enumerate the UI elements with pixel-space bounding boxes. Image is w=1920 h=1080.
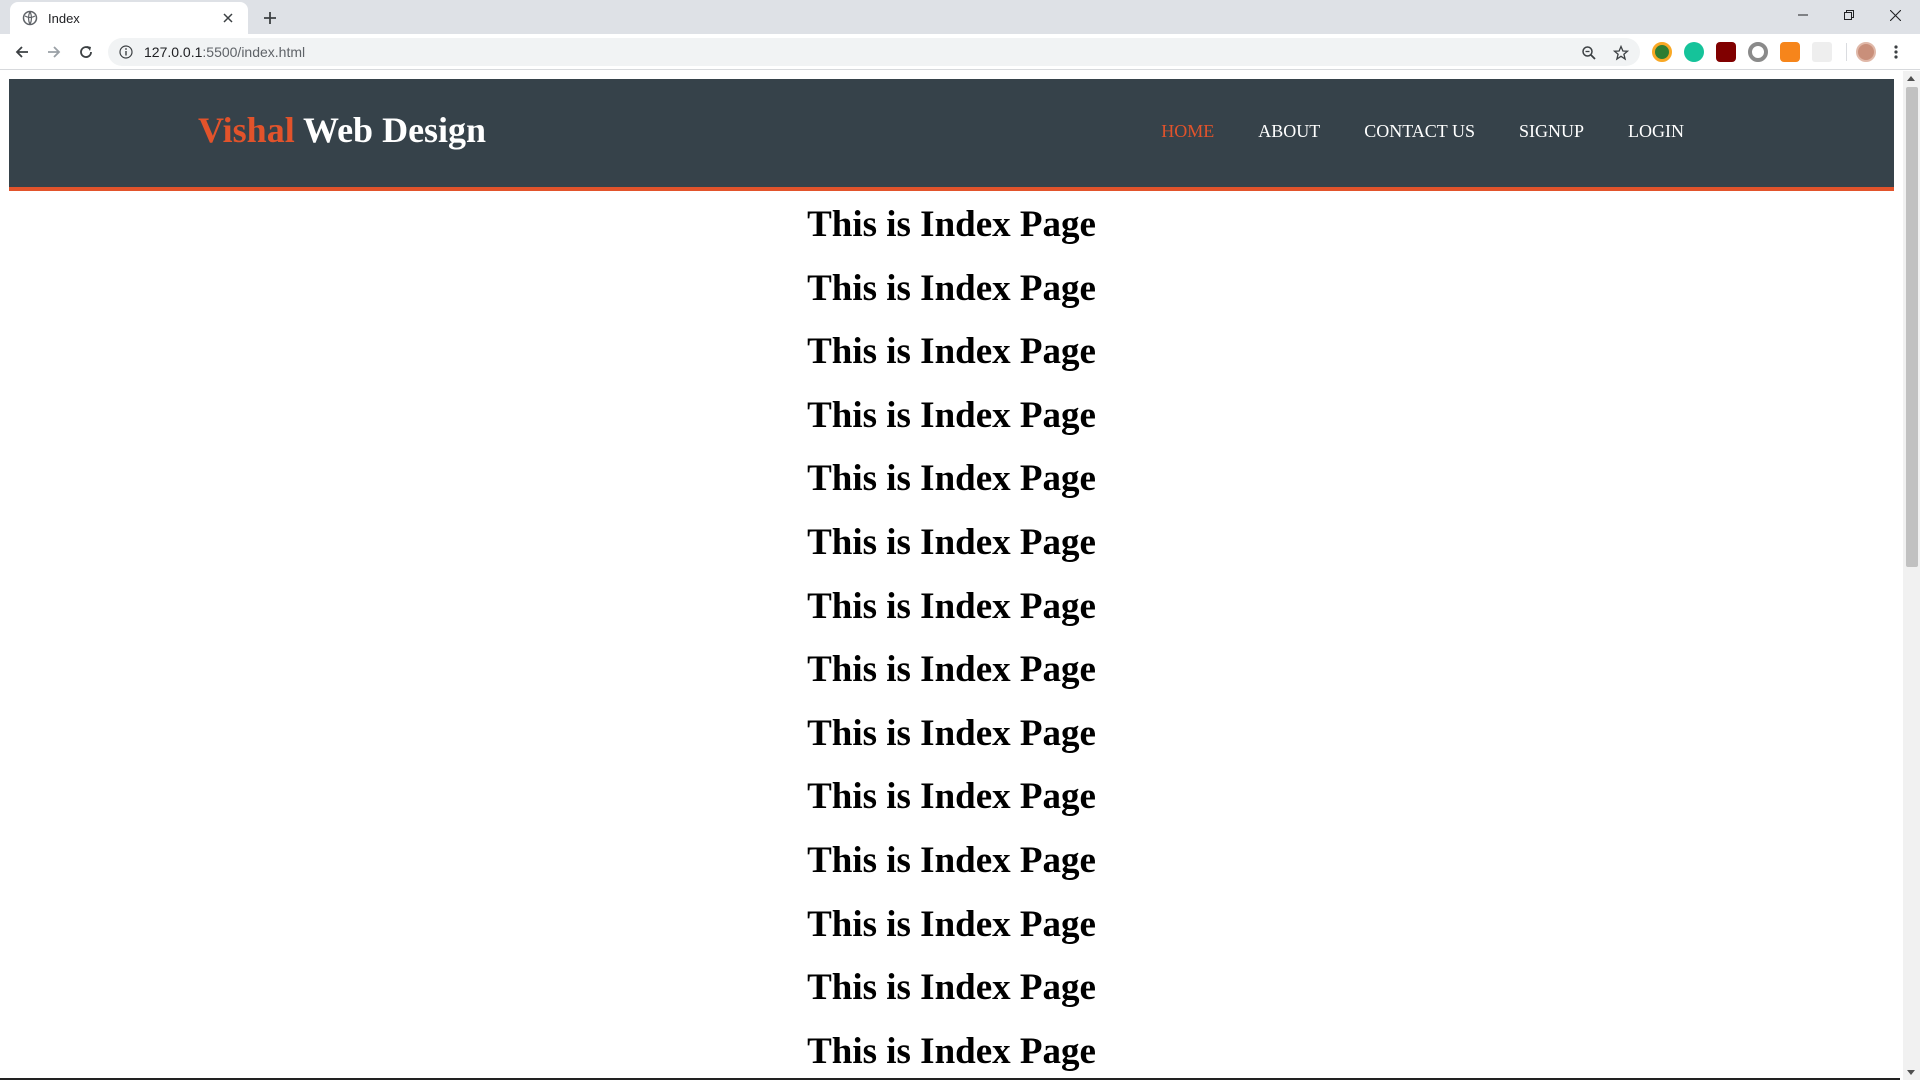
toolbar-separator [1846,43,1847,61]
browser-tab[interactable]: Index [10,2,248,34]
grammarly-icon[interactable] [1684,42,1704,62]
page-viewport: Vishal Web Design HOME ABOUT CONTACT US … [0,71,1920,1080]
page-heading: This is Index Page [807,204,1096,245]
forward-arrow-icon[interactable] [42,40,66,64]
nav-login[interactable]: LOGIN [1628,121,1684,142]
vertical-scrollbar[interactable] [1903,71,1920,1080]
page-heading: This is Index Page [807,839,1096,881]
tab-strip: Index [0,0,1920,34]
page-heading: This is Index Page [807,903,1096,945]
info-icon[interactable] [118,44,134,60]
scroll-up-icon[interactable] [1907,76,1915,81]
main-nav: HOME ABOUT CONTACT US SIGNUP LOGIN [1161,121,1684,142]
star-icon[interactable] [1610,42,1632,64]
kebab-menu-icon[interactable] [1892,42,1900,62]
ublock-icon[interactable] [1716,42,1736,62]
page-heading: This is Index Page [807,649,1096,691]
page-heading: This is Index Page [807,585,1096,627]
page-heading: This is Index Page [807,267,1096,309]
globe-icon [22,10,38,26]
nav-signup[interactable]: SIGNUP [1519,121,1584,142]
scroll-down-icon[interactable] [1907,1070,1915,1075]
page-heading: This is Index Page [807,712,1096,754]
page-content: This is Index Page This is Index Page Th… [9,193,1894,1080]
back-arrow-icon[interactable] [10,40,34,64]
page-heading: This is Index Page [807,521,1096,563]
nav-contact-us[interactable]: CONTACT US [1364,121,1475,142]
url-host: 127.0.0.1 [144,44,203,60]
page-heading: This is Index Page [807,1030,1096,1072]
extension-blank-icon[interactable] [1812,42,1832,62]
page-heading: This is Index Page [807,331,1096,373]
close-icon[interactable] [218,8,238,28]
page-heading: This is Index Page [807,776,1096,818]
close-window-icon[interactable] [1872,0,1918,30]
site-header: Vishal Web Design HOME ABOUT CONTACT US … [9,79,1894,191]
page-heading: This is Index Page [807,458,1096,500]
address-bar[interactable]: 127.0.0.1:5500/index.html [108,38,1640,66]
tab-title: Index [48,10,80,26]
restore-icon[interactable] [1826,0,1872,30]
profile-avatar[interactable] [1856,42,1876,62]
url-path: :5500/index.html [202,44,306,60]
page-heading: This is Index Page [807,967,1096,1009]
nav-home[interactable]: HOME [1161,121,1214,142]
extension-circle-icon[interactable] [1748,42,1768,62]
browser-toolbar: 127.0.0.1:5500/index.html [0,34,1920,70]
nav-about[interactable]: ABOUT [1258,121,1320,142]
url-text: 127.0.0.1:5500/index.html [144,44,305,60]
page-heading: This is Index Page [807,394,1096,436]
zoom-icon[interactable] [1578,42,1600,64]
reload-icon[interactable] [74,40,98,64]
extension-globe-icon[interactable] [1652,42,1672,62]
metamask-icon[interactable] [1780,42,1800,62]
plus-icon[interactable] [258,6,282,30]
site-logo[interactable]: Vishal Web Design [198,109,486,151]
minimize-icon[interactable] [1780,0,1826,30]
logo-text: Web Design [294,110,487,150]
logo-accent: Vishal [198,110,295,150]
scrollbar-thumb[interactable] [1906,87,1918,567]
